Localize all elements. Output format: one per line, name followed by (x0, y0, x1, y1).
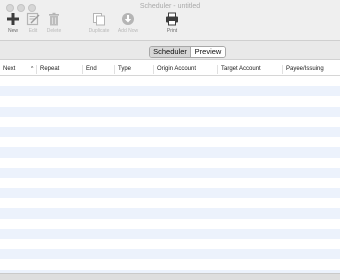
empty-table-row (0, 167, 340, 178)
empty-table-row (0, 228, 340, 239)
empty-table-row (0, 157, 340, 168)
empty-table-row (0, 126, 340, 138)
duplicate-icon (93, 13, 105, 26)
new-label: New (7, 28, 18, 34)
edit-label: Edit (28, 28, 38, 34)
add-now-label: Add Now (117, 28, 139, 34)
empty-table-row (0, 147, 340, 158)
trash-icon (49, 12, 59, 26)
empty-table-row (0, 137, 340, 148)
table-body (0, 76, 340, 273)
sort-ascending-icon: ^ (31, 66, 34, 72)
print-button[interactable]: Print (162, 12, 182, 38)
add-now-button[interactable]: Add Now (116, 12, 140, 38)
column-divider (82, 65, 83, 74)
column-header-type[interactable]: Type (118, 66, 131, 72)
column-header-origin-account[interactable]: Origin Account (157, 66, 196, 72)
column-header-end[interactable]: End (86, 66, 97, 72)
empty-table-row (0, 76, 340, 87)
edit-button[interactable]: Edit (24, 12, 42, 38)
duplicate-button[interactable]: Duplicate (86, 12, 112, 38)
empty-table-row (0, 177, 340, 189)
window-title: Scheduler - untitled (139, 3, 201, 10)
empty-table-row (0, 106, 340, 117)
empty-table-row (0, 116, 340, 127)
empty-table-row (0, 259, 340, 270)
column-header-target-account[interactable]: Target Account (221, 66, 261, 72)
column-header-payee-issuing[interactable]: Payee/Issuing (286, 66, 324, 72)
table-header: Next ^ Repeat End Type Origin Account Ta… (0, 64, 340, 76)
edit-icon (26, 12, 40, 26)
empty-table-row (0, 86, 340, 97)
empty-table-row (0, 249, 340, 260)
view-switcher-bar: Scheduler Preview (0, 41, 340, 60)
empty-table-row (0, 198, 340, 209)
delete-button[interactable]: Delete (44, 12, 64, 38)
duplicate-label: Duplicate (88, 28, 110, 34)
view-segmented-control: Scheduler Preview (149, 46, 226, 58)
column-divider (153, 65, 154, 74)
empty-table-row (0, 239, 340, 250)
bottom-status-bar (0, 273, 340, 280)
plus-icon (7, 13, 19, 25)
empty-table-row (0, 208, 340, 219)
title-toolbar: Scheduler - untitled New Edit Delete Dup… (0, 0, 340, 41)
printer-icon (166, 12, 178, 26)
empty-table-row (0, 96, 340, 107)
column-divider (114, 65, 115, 74)
scheduled-transactions-table: Next ^ Repeat End Type Origin Account Ta… (0, 64, 340, 273)
empty-table-row (0, 188, 340, 199)
column-header-next[interactable]: Next (3, 66, 15, 72)
empty-table-row (0, 218, 340, 229)
tab-scheduler[interactable]: Scheduler (150, 47, 191, 57)
new-button[interactable]: New (4, 12, 22, 38)
download-arrow-icon (122, 13, 134, 25)
column-header-repeat[interactable]: Repeat (40, 66, 59, 72)
column-divider (217, 65, 218, 74)
column-divider (282, 65, 283, 74)
scheduler-window: Scheduler - untitled New Edit Delete Dup… (0, 0, 340, 280)
column-divider (36, 65, 37, 74)
tab-preview[interactable]: Preview (191, 47, 225, 57)
print-label: Print (166, 28, 178, 34)
delete-label: Delete (46, 28, 62, 34)
